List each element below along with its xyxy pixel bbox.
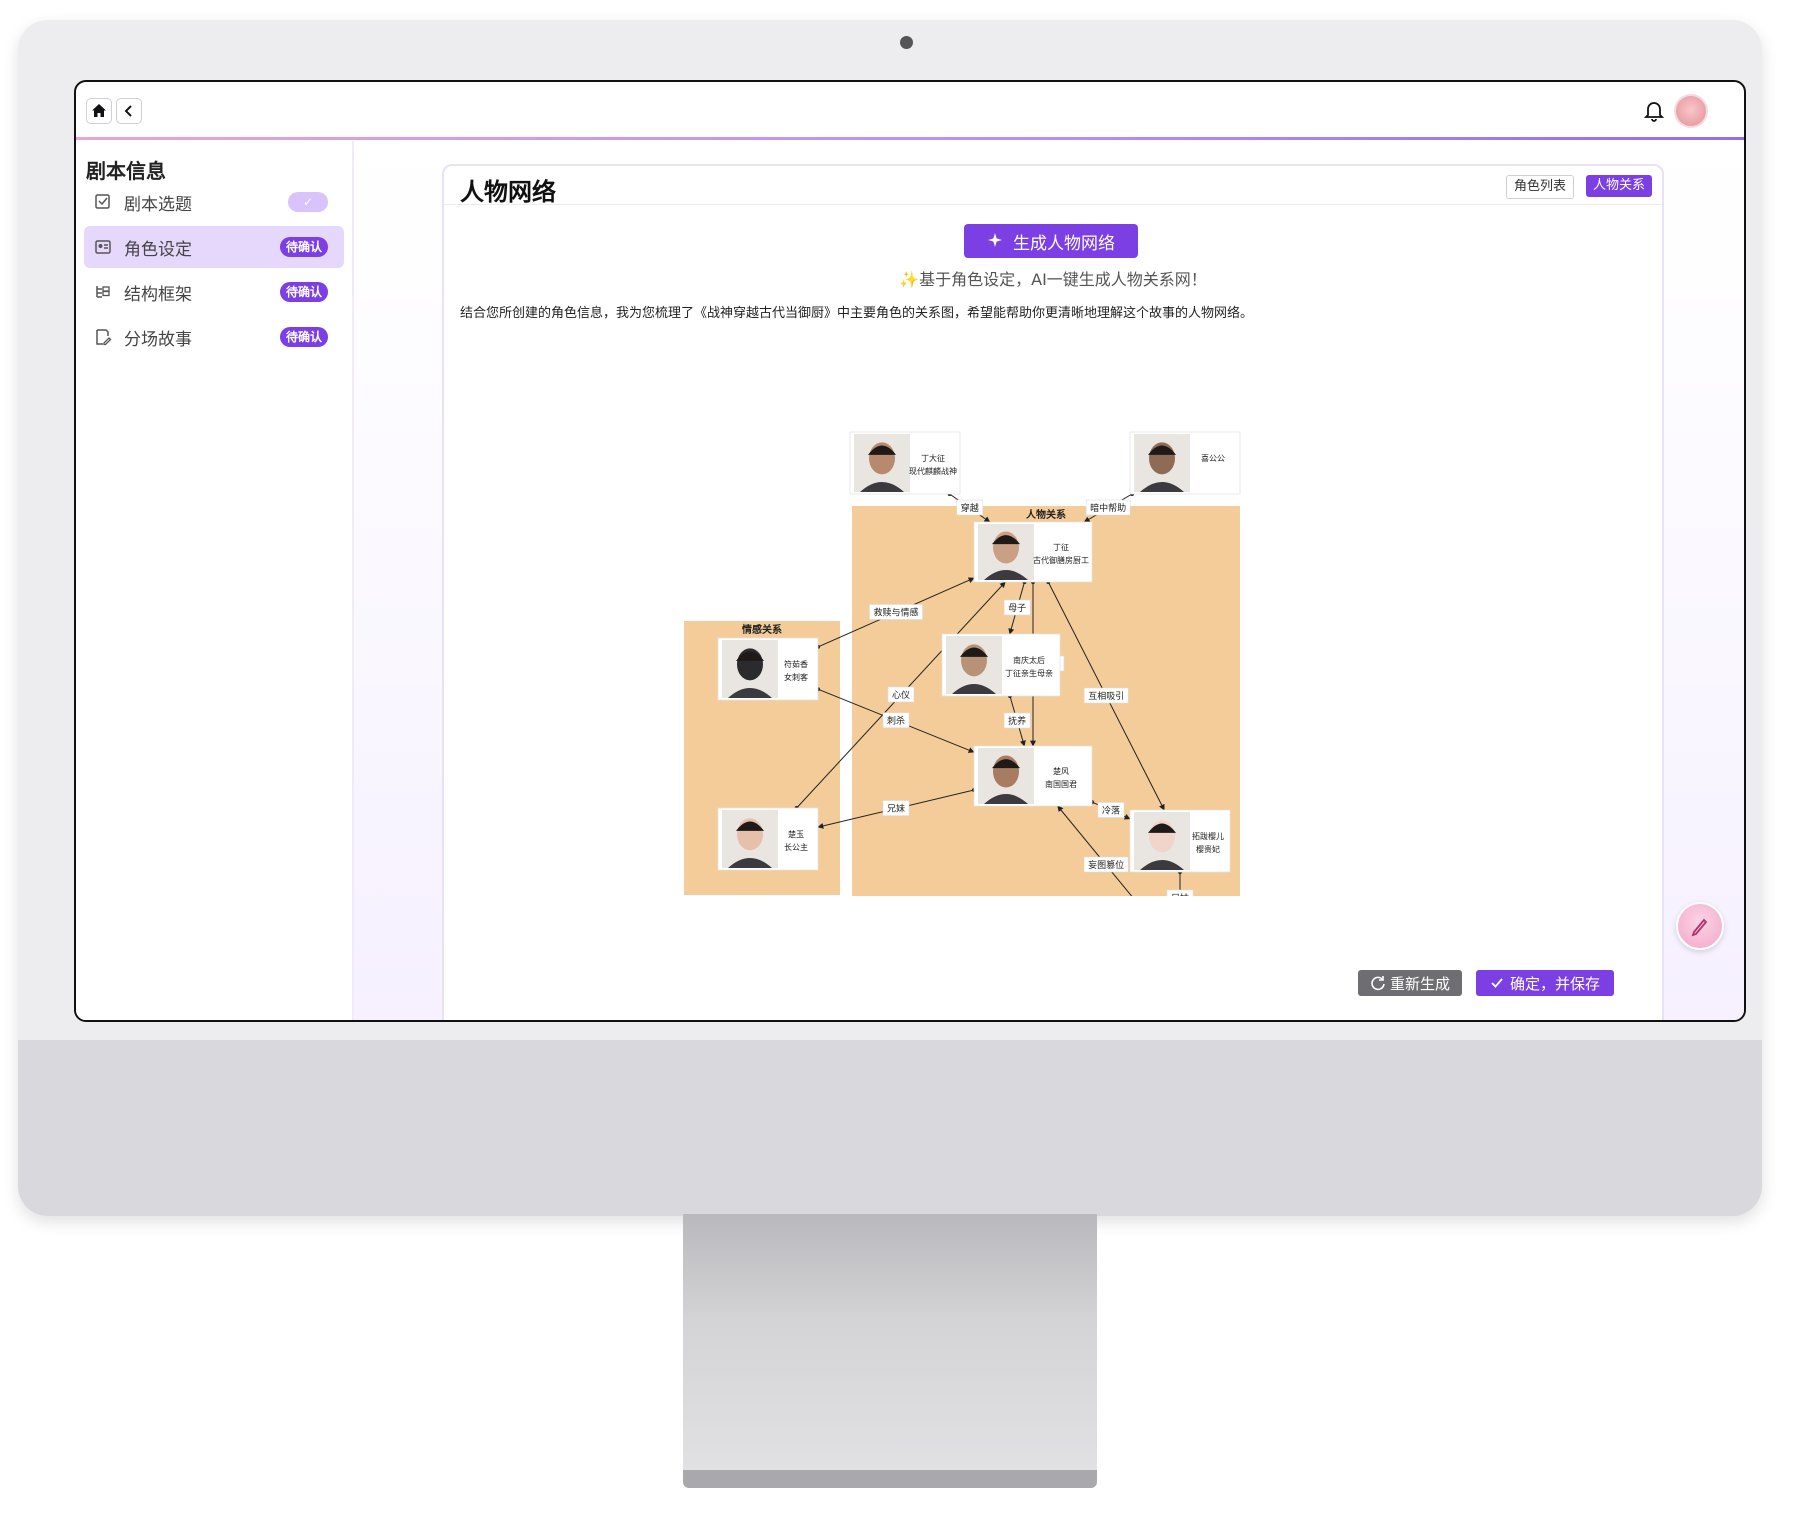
chevron-left-icon: [124, 105, 132, 117]
character-role: 丁征亲生母亲: [1005, 668, 1053, 678]
page-title: 人物网络: [460, 178, 556, 206]
character-name: 楚玉: [788, 829, 804, 839]
bell-icon[interactable]: [1642, 98, 1666, 122]
monitor-stand-neck: [683, 1214, 1097, 1482]
character-name: 喜公公: [1201, 453, 1225, 463]
character-role: 女刺客: [784, 672, 808, 682]
document-edit-icon: [92, 326, 114, 348]
status-badge-done: ✓: [288, 192, 328, 212]
confirm-save-label: 确定，并保存: [1509, 974, 1600, 993]
edge-label: 母子: [1008, 603, 1026, 614]
sparkle-icon: [988, 233, 1002, 247]
tree-structure-icon: [92, 281, 114, 303]
edge-label: 刺杀: [887, 715, 905, 727]
home-icon: [92, 104, 106, 117]
character-node: 符茹香女刺客: [717, 637, 819, 701]
character-role: 现代麒麟战神: [909, 466, 957, 476]
character-node: 楚玉长公主: [717, 807, 819, 871]
app-screen: 剧本信息 剧本选题 ✓ 角色设定 待确认 结构框架 待确认 分场故事 待确认 人…: [74, 80, 1746, 1022]
character-name: 拓跋樱儿: [1192, 831, 1224, 841]
top-bar: [76, 82, 1744, 140]
monitor-chin: [18, 1040, 1762, 1216]
sidebar-item-characters[interactable]: 角色设定 待确认: [84, 226, 344, 268]
sidebar-item-label: 分场故事: [124, 329, 192, 350]
camera-dot: [900, 36, 913, 49]
character-role: 古代御膳房厨工: [1033, 555, 1089, 565]
topbar-accent-line: [76, 137, 1744, 140]
confirm-save-button[interactable]: 确定，并保存: [1476, 970, 1614, 996]
status-badge-pending: 待确认: [279, 237, 328, 257]
character-node: 拓跋樱儿樱贵妃: [1129, 809, 1231, 873]
edge-label: 救赎与情感: [873, 606, 918, 618]
regenerate-button[interactable]: 重新生成: [1358, 970, 1462, 996]
network-card: 人物网络 角色列表 人物关系 生成人物网络 ✨基于角色设定，AI一键生成人物关系…: [442, 164, 1664, 1020]
check-icon: [1491, 978, 1503, 988]
tab-character-list[interactable]: 角色列表: [1505, 175, 1574, 199]
character-node: 丁大征现代麒麟战神: [849, 431, 961, 495]
sidebar-item-label: 剧本选题: [124, 194, 192, 215]
home-button[interactable]: [86, 98, 112, 124]
edge-label: 抚养: [1008, 715, 1026, 727]
edge-label: 兄妹: [887, 803, 905, 815]
character-name: 丁大征: [921, 453, 945, 463]
generate-network-button[interactable]: 生成人物网络: [964, 224, 1138, 258]
sidebar-title: 剧本信息: [86, 159, 166, 183]
character-name: 南庆太后: [1013, 655, 1045, 665]
status-badge-pending: 待确认: [279, 327, 328, 347]
tab-relationships[interactable]: 人物关系: [1585, 175, 1652, 197]
edge-label: 穿越: [961, 502, 979, 514]
character-role: 樱贵妃: [1196, 844, 1220, 854]
character-node: 喜公公: [1129, 431, 1241, 495]
regenerate-label: 重新生成: [1389, 974, 1450, 993]
edge-label: 互相吸引: [1088, 690, 1124, 702]
generate-network-label: 生成人物网络: [1013, 233, 1115, 254]
relationship-diagram: 人物关系情感关系穿越暗中帮助救赎与情感母子心仪抚养同父异母兄弟互相吸引刺杀兄妹冷…: [684, 431, 1241, 896]
group-title: 人物关系: [1026, 508, 1066, 521]
sidebar-item-label: 结构框架: [124, 284, 192, 305]
ai-assistant-button[interactable]: [1676, 902, 1724, 950]
character-node: 楚风南国国君: [973, 745, 1093, 807]
checkbox-doc-icon: [92, 191, 114, 213]
refresh-icon: [1371, 976, 1385, 991]
edge-label: 心仪: [892, 690, 910, 701]
monitor-stand-foot: [683, 1470, 1097, 1488]
id-card-icon: [92, 236, 114, 258]
generate-subtitle: ✨基于角色设定，AI一键生成人物关系网！: [899, 270, 1207, 289]
edge-label: 暗中帮助: [1090, 502, 1126, 514]
character-role: 南国国君: [1045, 779, 1077, 789]
sidebar-item-scenes[interactable]: 分场故事 待确认: [84, 316, 344, 358]
monitor-frame: 剧本信息 剧本选题 ✓ 角色设定 待确认 结构框架 待确认 分场故事 待确认 人…: [18, 20, 1762, 1216]
sidebar-item-topic[interactable]: 剧本选题 ✓: [84, 181, 344, 223]
sidebar-item-label: 角色设定: [124, 239, 192, 260]
card-header: 人物网络 角色列表 人物关系: [444, 166, 1662, 206]
character-name: 楚风: [1053, 766, 1069, 776]
status-badge-pending: 待确认: [279, 282, 328, 302]
pen-icon: [1691, 918, 1708, 937]
character-name: 丁征: [1053, 542, 1069, 552]
sidebar: 剧本信息 剧本选题 ✓ 角色设定 待确认 结构框架 待确认 分场故事 待确认: [76, 141, 354, 1020]
character-node: 南庆太后丁征亲生母亲: [941, 633, 1061, 697]
character-name: 符茹香: [784, 659, 808, 669]
edge-label: 妄图篡位: [1088, 859, 1124, 871]
back-button[interactable]: [116, 98, 142, 124]
character-node: 丁征古代御膳房厨工: [973, 521, 1093, 583]
edge-label: 冷落: [1102, 804, 1120, 816]
user-avatar[interactable]: [1674, 94, 1708, 128]
sidebar-item-structure[interactable]: 结构框架 待确认: [84, 271, 344, 313]
character-role: 长公主: [784, 842, 808, 852]
group-title: 情感关系: [742, 623, 782, 636]
